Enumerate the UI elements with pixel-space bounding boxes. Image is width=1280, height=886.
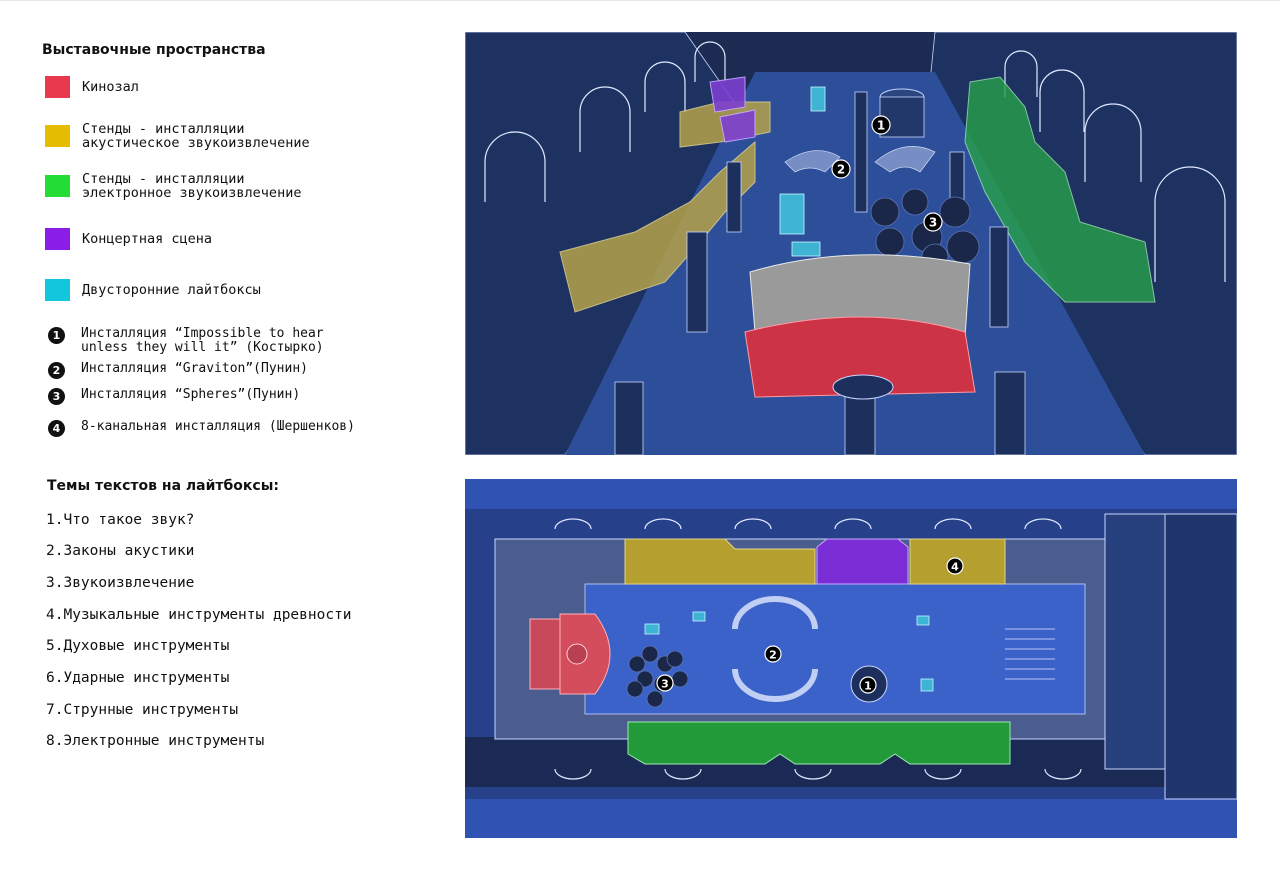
svg-text:2: 2: [837, 163, 845, 177]
plan-marker-2: 2: [764, 645, 782, 663]
topic-item: 4.Музыкальные инструменты древности: [46, 607, 352, 623]
perspective-render: 1 2 3: [465, 32, 1237, 455]
topic-item: 6.Ударные инструменты: [46, 670, 230, 686]
installation-label: Инсталляция “Impossible to hear unless t…: [81, 326, 324, 355]
plan-view: 1 2 3 4: [465, 479, 1237, 838]
topic-item: 1.Что такое звук?: [46, 512, 195, 528]
legend-item-lightboxes: Двусторонние лайтбоксы: [45, 279, 261, 301]
cinema-swatch: [45, 76, 70, 98]
number-badge: 3: [48, 388, 65, 405]
legend-label: Концертная сцена: [82, 231, 213, 247]
svg-text:2: 2: [769, 649, 777, 662]
legend-label: Стенды - инсталляции электронное звукоиз…: [82, 171, 302, 201]
acoustic-swatch: [45, 125, 70, 147]
svg-text:3: 3: [661, 678, 669, 691]
installation-item-3: 3 Инсталляция “Spheres”(Пунин): [48, 388, 300, 405]
installation-item-4: 4 8-канальная инсталляция (Шершенков): [48, 420, 355, 437]
topic-item: 5.Духовые инструменты: [46, 638, 230, 654]
legend-label: Стенды - инсталляции акустическое звукои…: [82, 121, 310, 151]
topic-item: 2.Законы акустики: [46, 543, 195, 559]
number-badge: 2: [48, 362, 65, 379]
legend-title: Выставочные пространства: [42, 42, 266, 58]
installation-label: Инсталляция “Spheres”(Пунин): [81, 387, 301, 402]
topics-title: Темы текстов на лайтбоксы:: [47, 478, 279, 494]
svg-text:1: 1: [877, 119, 885, 133]
number-badge: 1: [48, 327, 65, 344]
svg-text:4: 4: [951, 561, 959, 574]
lightbox-swatch: [45, 279, 70, 301]
installation-label: Инсталляция “Graviton”(Пунин): [81, 361, 308, 376]
topic-item: 7.Струнные инструменты: [46, 702, 239, 718]
top-divider: [0, 0, 1280, 1]
installation-item-2: 2 Инсталляция “Graviton”(Пунин): [48, 362, 308, 379]
legend-label: Двусторонние лайтбоксы: [82, 282, 261, 298]
perspective-marker-1: 1: [871, 115, 891, 135]
legend-item-electronic-stands: Стенды - инсталляции электронное звукоиз…: [45, 172, 301, 200]
stage-swatch: [45, 228, 70, 250]
number-badge: 4: [48, 420, 65, 437]
electronic-swatch: [45, 175, 70, 197]
installation-label: 8-канальная инсталляция (Шершенков): [81, 419, 355, 434]
topic-item: 3.Звукоизвлечение: [46, 575, 195, 591]
perspective-marker-3: 3: [923, 212, 943, 232]
plan-marker-1: 1: [859, 676, 877, 694]
perspective-marker-2: 2: [831, 159, 851, 179]
legend-item-cinema: Кинозал: [45, 76, 139, 98]
legend-item-concert-stage: Концертная сцена: [45, 228, 212, 250]
plan-marker-3: 3: [656, 674, 674, 692]
topic-item: 8.Электронные инструменты: [46, 733, 265, 749]
installation-item-1: 1 Инсталляция “Impossible to hear unless…: [48, 327, 324, 355]
plan-render: 1 2 3 4: [465, 479, 1237, 838]
legend-item-acoustic-stands: Стенды - инсталляции акустическое звукои…: [45, 122, 310, 150]
svg-text:1: 1: [864, 680, 872, 693]
legend-label: Кинозал: [82, 79, 139, 95]
svg-text:3: 3: [929, 216, 937, 230]
plan-marker-4: 4: [946, 557, 964, 575]
perspective-view: 1 2 3: [465, 32, 1237, 455]
